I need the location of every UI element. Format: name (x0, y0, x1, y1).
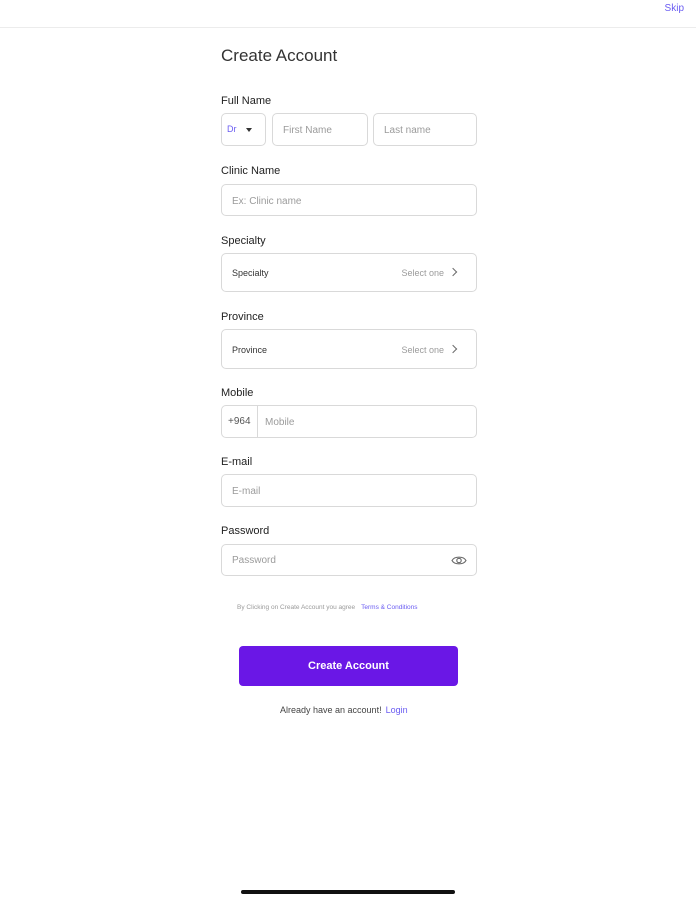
page-title: Create Account (221, 46, 338, 65)
province-select[interactable]: Province Select one (221, 329, 477, 369)
email-placeholder: E-mail (232, 486, 261, 497)
mobile-placeholder: Mobile (265, 417, 295, 428)
clinic-name-input[interactable]: Ex: Clinic name (221, 184, 477, 216)
full-name-label: Full Name (221, 95, 272, 107)
first-name-input[interactable]: First Name (272, 113, 368, 146)
email-input[interactable]: E-mail (221, 474, 477, 507)
chevron-right-icon (448, 344, 458, 354)
login-link[interactable]: Login (386, 705, 408, 715)
country-code-text: +964 (228, 416, 251, 427)
last-name-placeholder: Last name (384, 125, 431, 136)
mobile-input[interactable]: +964 Mobile (221, 405, 477, 438)
specialty-label: Specialty (221, 235, 266, 247)
top-bar: Skip (0, 0, 696, 28)
chevron-right-icon (448, 267, 458, 277)
province-label: Province (221, 311, 264, 323)
province-select-text: Select one (401, 345, 444, 355)
email-label: E-mail (221, 456, 253, 468)
clinic-name-placeholder: Ex: Clinic name (232, 196, 302, 207)
password-placeholder: Password (232, 555, 276, 566)
login-prompt-text: Already have an account! (280, 705, 382, 715)
create-account-button[interactable]: Create Account (239, 646, 458, 686)
mobile-label: Mobile (221, 387, 254, 399)
name-title-select[interactable]: Dr (221, 113, 266, 146)
terms-link[interactable]: Terms & Conditions (361, 604, 417, 611)
password-input[interactable]: Password (221, 544, 477, 576)
last-name-input[interactable]: Last name (373, 113, 477, 146)
password-label: Password (221, 525, 270, 537)
name-title-value: Dr (227, 124, 237, 134)
clinic-name-label: Clinic Name (221, 165, 281, 177)
skip-button[interactable]: Skip (665, 3, 684, 14)
home-indicator (241, 890, 455, 894)
eye-icon[interactable] (451, 554, 467, 567)
specialty-select-text: Select one (401, 268, 444, 278)
country-code-prefix[interactable]: +964 (222, 406, 258, 437)
specialty-select[interactable]: Specialty Select one (221, 253, 477, 292)
first-name-placeholder: First Name (283, 125, 332, 136)
caret-down-icon (246, 128, 252, 132)
terms-text: By Clicking on Create Account you agree (237, 604, 356, 611)
terms-notice: By Clicking on Create Account you agree T… (237, 604, 418, 611)
specialty-field-text: Specialty (232, 268, 269, 278)
login-prompt-row: Already have an account! Login (280, 705, 408, 715)
province-field-text: Province (232, 345, 268, 355)
